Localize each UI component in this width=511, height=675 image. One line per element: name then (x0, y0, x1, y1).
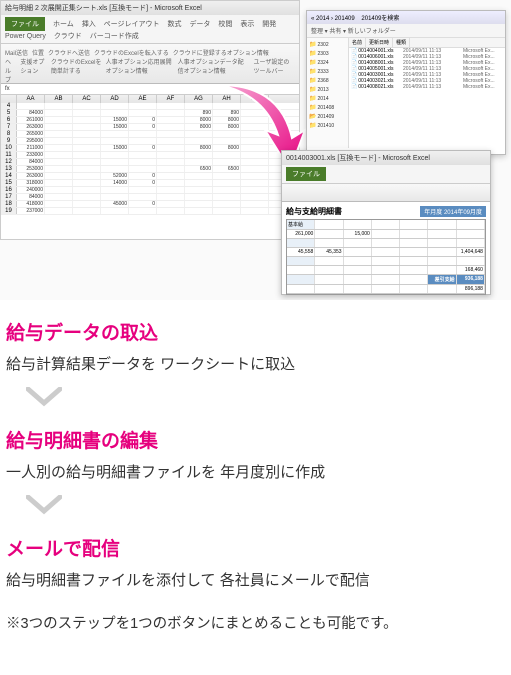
ribbon-item[interactable]: クラウドへ送信 (48, 48, 90, 57)
ribbon-item[interactable]: クラウドのExcelを転入する (94, 48, 169, 57)
step-3-desc: 給与明細書ファイルを添付して 各社員にメールで配信 (6, 569, 505, 590)
steps-section: 給与データの取込 給与計算結果データを ワークシートに取込 給与明細書の編集 一… (0, 300, 511, 643)
ribbon-item[interactable]: Mail送信 (5, 48, 28, 57)
ribbon-tab[interactable]: 開発 (262, 21, 276, 28)
report-title: 給与支給明細書 (286, 206, 342, 217)
column-header[interactable]: 種類 (393, 38, 410, 47)
column-header[interactable]: AA (17, 95, 45, 103)
ribbon-item[interactable]: 支援オプション (20, 57, 46, 84)
step-2-desc: 一人別の給与明細書ファイルを 年月度別に作成 (6, 461, 505, 482)
explorer-breadcrumb[interactable]: « 2014 › 201409 201409を検索 (307, 11, 505, 24)
ribbon-tab[interactable]: 校閲 (218, 21, 232, 28)
column-header[interactable]: AC (73, 95, 101, 103)
folder-item[interactable]: 2303 (309, 49, 346, 58)
column-header[interactable]: 更新日時 (366, 38, 393, 47)
ribbon-tab[interactable]: 数式 (167, 21, 181, 28)
file-item[interactable]: 0014008021.xls2014/09/11 11:13Microsoft … (349, 84, 505, 90)
report-year-month: 年月度 2014年09月度 (420, 206, 486, 217)
excel-report-window: 0014003001.xls [互換モード] - Microsoft Excel… (281, 150, 491, 295)
folder-item[interactable]: 2014 (309, 94, 346, 103)
folder-item[interactable]: 2368 (309, 76, 346, 85)
folder-item[interactable]: 2013 (309, 85, 346, 94)
explorer-toolbar[interactable]: 整理 ▾ 共有 ▾ 新しいフォルダー (307, 24, 505, 38)
chevron-down-icon (24, 384, 64, 412)
step-1-desc: 給与計算結果データを ワークシートに取込 (6, 353, 505, 374)
ribbon-tab[interactable]: データ (189, 21, 210, 28)
folder-item[interactable]: 201409 (309, 112, 346, 121)
column-header[interactable]: AD (101, 95, 129, 103)
ribbon-tabs: ファイル (282, 165, 490, 184)
ribbon-item[interactable]: 位置 (32, 48, 44, 57)
file-tab[interactable]: ファイル (286, 167, 326, 181)
window-title: 0014003001.xls [互換モード] - Microsoft Excel (282, 151, 490, 165)
ribbon-item[interactable]: ヘルプ (5, 57, 16, 84)
ribbon-tab[interactable]: バーコード作成 (90, 33, 139, 40)
illustration-area: 給与明細 2 次展開正集シート.xls [互換モード] - Microsoft … (0, 0, 511, 300)
folder-item[interactable]: 2333 (309, 67, 346, 76)
report-grid: 基本給261,00015,00045,55845,3531,404,648168… (286, 219, 486, 295)
ribbon-tab[interactable]: ホーム (53, 21, 74, 28)
payslip-report: 給与支給明細書 年月度 2014年09月度 基本給261,00015,00045… (282, 202, 490, 299)
step-2-title: 給与明細書の編集 (6, 426, 505, 453)
footnote: ※3つのステップを1つのボタンにまとめることも可能です。 (6, 612, 505, 633)
ribbon: Mail送信位置クラウドへ送信クラウドのExcelを転入するクラウドに登録するオ… (1, 44, 299, 84)
folder-item[interactable]: 2324 (309, 58, 346, 67)
step-1-title: 給与データの取込 (6, 318, 505, 345)
file-list[interactable]: 名前更新日時種類 0014004001.xls2014/09/11 11:13M… (349, 38, 505, 148)
spreadsheet-row[interactable]: 19237000 (1, 208, 299, 215)
ribbon-tab[interactable]: 挿入 (82, 21, 96, 28)
ribbon-item[interactable]: 人事オプション応用展開オプション情報 (106, 57, 174, 84)
column-header[interactable]: AE (129, 95, 157, 103)
ribbon-item[interactable]: クラウドに登録するオプション情報 (173, 48, 269, 57)
window-title: 給与明細 2 次展開正集シート.xls [互換モード] - Microsoft … (1, 1, 299, 15)
column-header[interactable]: AG (185, 95, 213, 103)
file-tab[interactable]: ファイル (5, 17, 45, 31)
spreadsheet-row[interactable]: 18418000450000 (1, 201, 299, 208)
ribbon-tab[interactable]: 表示 (240, 21, 254, 28)
spreadsheet-row[interactable]: 15318000140000 (1, 180, 299, 187)
ribbon-tabs: ファイル ホーム 挿入 ページレイアウト 数式 データ 校閲 表示 開発 Pow… (1, 15, 299, 44)
ribbon (282, 184, 490, 202)
folder-item[interactable]: 201410 (309, 121, 346, 130)
step-3-title: メールで配信 (6, 534, 505, 561)
column-header[interactable]: AB (45, 95, 73, 103)
ribbon-tab[interactable]: Power Query (5, 33, 46, 40)
folder-tree[interactable]: 2302230323242333236820132014201408201409… (307, 38, 349, 148)
ribbon-tab[interactable]: クラウド (54, 33, 82, 40)
ribbon-tab[interactable]: ページレイアウト (104, 21, 160, 28)
column-header[interactable]: 名前 (349, 38, 366, 47)
spreadsheet-row[interactable]: 16240000 (1, 187, 299, 194)
spreadsheet-row[interactable]: 1784000 (1, 194, 299, 201)
folder-item[interactable]: 201408 (309, 103, 346, 112)
ribbon-item[interactable]: クラウドのExcelを簡単計する (51, 57, 102, 84)
column-header[interactable]: AF (157, 95, 185, 103)
folder-item[interactable]: 2302 (309, 40, 346, 49)
chevron-down-icon (24, 492, 64, 520)
file-explorer-window: « 2014 › 201409 201409を検索 整理 ▾ 共有 ▾ 新しいフ… (306, 10, 506, 155)
